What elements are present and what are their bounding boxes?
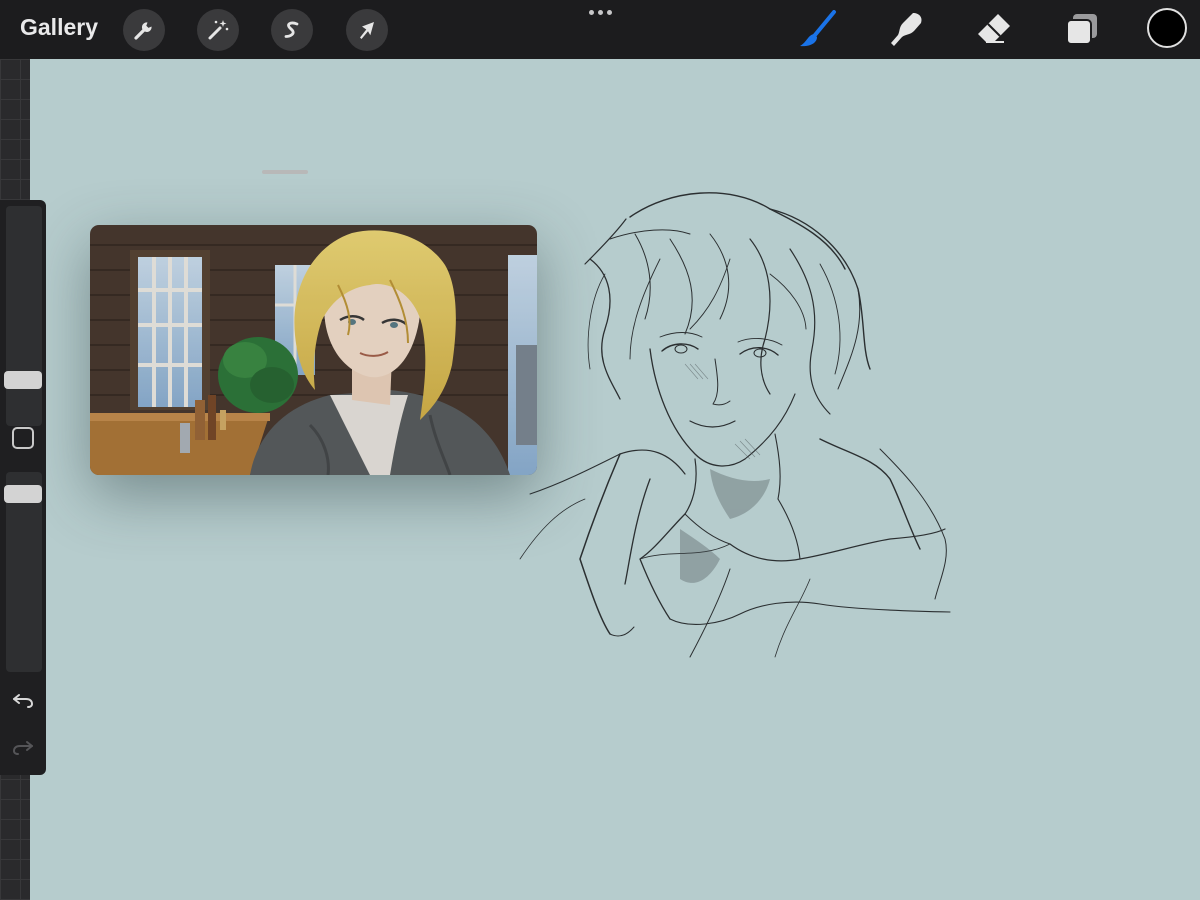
top-toolbar: Gallery: [0, 0, 1200, 59]
smudge-finger-icon: [891, 13, 922, 46]
reference-image: [90, 225, 537, 475]
undo-button[interactable]: [11, 688, 35, 712]
brush-size-thumb[interactable]: [4, 371, 42, 389]
opacity-thumb[interactable]: [4, 485, 42, 503]
paintbrush-icon: [800, 10, 836, 47]
layers-button[interactable]: [1062, 10, 1102, 50]
eraser-icon: [978, 14, 1010, 43]
reference-drag-handle[interactable]: [262, 170, 308, 174]
pencil-sketch: [519, 192, 951, 658]
wrench-icon: [134, 22, 152, 40]
selection-s-icon: [284, 21, 299, 38]
actions-button[interactable]: [123, 9, 165, 51]
modify-button[interactable]: [12, 427, 34, 449]
adjustments-button[interactable]: [197, 9, 239, 51]
arrow-cursor-icon: [360, 22, 374, 39]
gallery-button[interactable]: Gallery: [20, 14, 98, 41]
selection-button[interactable]: [271, 9, 313, 51]
eraser-tool-button[interactable]: [974, 10, 1014, 50]
side-toolbar: [0, 200, 46, 775]
reference-image-window[interactable]: [90, 225, 537, 475]
brush-tool-button[interactable]: [798, 10, 838, 50]
transform-button[interactable]: [346, 9, 388, 51]
magic-wand-icon: [208, 20, 229, 40]
color-picker-swatch[interactable]: [1147, 8, 1187, 48]
smudge-tool-button[interactable]: [886, 10, 926, 50]
more-options-icon[interactable]: [586, 4, 614, 20]
layers-icon: [1066, 14, 1097, 45]
undo-arrow-icon: [13, 694, 34, 708]
brush-size-slider[interactable]: [6, 206, 42, 426]
drawing-canvas[interactable]: [30, 59, 1200, 900]
redo-button[interactable]: [11, 735, 35, 759]
redo-arrow-icon: [12, 741, 33, 755]
